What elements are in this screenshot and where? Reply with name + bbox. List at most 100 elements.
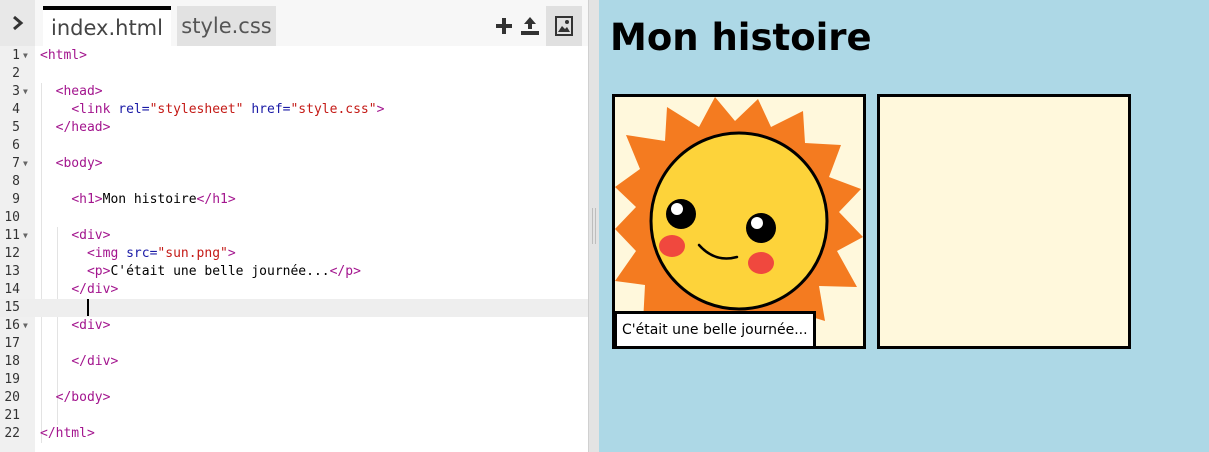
code-line[interactable]: 8	[0, 173, 588, 191]
code-line[interactable]: 17	[0, 335, 588, 353]
line-number: 21	[4, 408, 20, 423]
page-title: Mon histoire	[610, 16, 872, 59]
comic-panel-2	[877, 94, 1131, 349]
code-token: "stylesheet"	[149, 102, 244, 117]
fold-arrow-icon[interactable]: ▼	[23, 83, 28, 101]
code-line[interactable]: 13 <p>C'était une belle journée...</p>	[0, 263, 588, 281]
fold-arrow-icon[interactable]: ▼	[23, 317, 28, 335]
code-line[interactable]: 11 ▼ <div>	[0, 227, 588, 245]
code-text: <img src="sun.png">	[40, 245, 236, 263]
code-line[interactable]: 10	[0, 209, 588, 227]
code-line[interactable]: 9 <h1>Mon histoire</h1>	[0, 191, 588, 209]
splitter-grip-icon	[592, 208, 596, 244]
code-token: Mon histoire	[102, 192, 197, 207]
tab-index-html[interactable]: index.html	[43, 6, 171, 46]
text-cursor	[86, 299, 89, 316]
code-line[interactable]: 5 </head>	[0, 119, 588, 137]
add-file-button[interactable]	[490, 6, 518, 46]
fold-arrow-icon[interactable]: ▼	[23, 155, 28, 173]
line-number: 17	[4, 336, 20, 351]
pane-splitter[interactable]	[588, 0, 599, 452]
code-token: <p>	[86, 264, 111, 279]
code-line[interactable]: 18 </div>	[0, 353, 588, 371]
code-line[interactable]: 15	[0, 299, 588, 317]
line-number: 9	[12, 192, 20, 207]
code-line[interactable]: 22 </html>	[0, 425, 588, 443]
line-number: 3	[12, 84, 20, 99]
code-text	[40, 299, 89, 317]
code-text: <h1>Mon histoire</h1>	[40, 191, 236, 209]
sun-left-eye	[666, 199, 696, 229]
line-number: 8	[12, 174, 20, 189]
code-token: >	[376, 102, 385, 117]
line-number: 20	[4, 390, 20, 405]
code-editor-pane: index.html style.css 1 ▼ <html> 2 3 ▼ <h…	[0, 0, 588, 452]
upload-icon	[521, 17, 539, 35]
code-token: </h1>	[196, 192, 236, 207]
line-number: 10	[4, 210, 20, 225]
editor-tab-bar: index.html style.css	[0, 0, 588, 46]
line-number: 6	[12, 138, 20, 153]
code-line[interactable]: 20 </body>	[0, 389, 588, 407]
fold-arrow-icon[interactable]: ▼	[23, 47, 28, 65]
line-number: 1	[12, 48, 20, 63]
sidebar-toggle-button[interactable]	[0, 0, 35, 46]
code-token: "sun.png"	[157, 246, 228, 261]
line-number: 16	[4, 318, 20, 333]
code-token: </head>	[55, 120, 111, 135]
line-number: 2	[12, 66, 20, 81]
plus-icon	[496, 18, 512, 34]
code-line[interactable]: 6	[0, 137, 588, 155]
code-line[interactable]: 16 ▼ <div>	[0, 317, 588, 335]
code-line[interactable]: 19	[0, 371, 588, 389]
code-text: <div>	[40, 227, 110, 245]
tab-style-css[interactable]: style.css	[177, 6, 276, 46]
code-token: href=	[243, 102, 291, 117]
code-line[interactable]: 3 ▼ <head>	[0, 83, 588, 101]
code-token: <h1>	[71, 192, 103, 207]
code-token: <body>	[55, 156, 103, 171]
line-number: 19	[4, 372, 20, 387]
sun-image	[615, 97, 863, 346]
sun-right-eye-glint	[751, 217, 763, 229]
code-line[interactable]: 2	[0, 65, 588, 83]
line-number: 22	[4, 426, 20, 441]
line-number: 11	[4, 228, 20, 243]
comic-panel-1: C'était une belle journée...	[612, 94, 866, 349]
image-gallery-button[interactable]	[546, 6, 582, 46]
line-number: 14	[4, 282, 20, 297]
code-line[interactable]: 4 <link rel="stylesheet" href="style.css…	[0, 101, 588, 119]
code-line[interactable]: 14 </div>	[0, 281, 588, 299]
line-number: 5	[12, 120, 20, 135]
code-text: </head>	[40, 119, 111, 137]
code-line[interactable]: 1 ▼ <html>	[0, 47, 588, 65]
fold-arrow-icon[interactable]: ▼	[23, 227, 28, 245]
line-number: 12	[4, 246, 20, 261]
code-token: <html>	[40, 48, 87, 63]
sun-right-cheek	[748, 252, 774, 274]
code-line[interactable]: 21	[0, 407, 588, 425]
code-token: src=	[126, 246, 158, 261]
code-line[interactable]: 7 ▼ <body>	[0, 155, 588, 173]
code-token: <div>	[71, 318, 111, 333]
code-text: </html>	[40, 425, 95, 443]
line-number: 7	[12, 156, 20, 171]
code-text: <html>	[40, 47, 87, 65]
code-text: </div>	[40, 353, 118, 371]
code-text: <div>	[40, 317, 110, 335]
code-line[interactable]: 12 <img src="sun.png">	[0, 245, 588, 263]
upload-button[interactable]	[516, 6, 544, 46]
code-token: </body>	[55, 390, 111, 405]
sun-right-eye	[746, 213, 776, 243]
sun-left-eye-glint	[671, 203, 683, 215]
line-number: 13	[4, 264, 20, 279]
code-area[interactable]: 1 ▼ <html> 2 3 ▼ <head> 4 <link rel="styleshee…	[0, 46, 588, 452]
